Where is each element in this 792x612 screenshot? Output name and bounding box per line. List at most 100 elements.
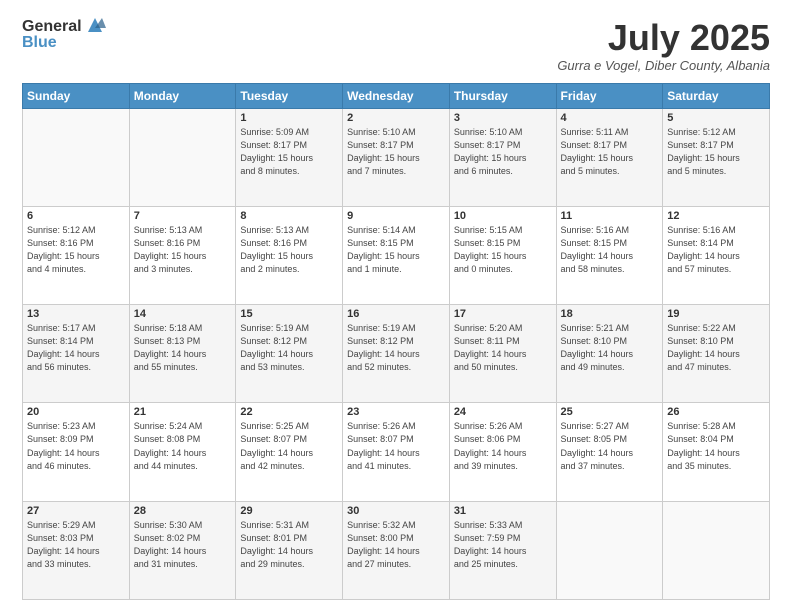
day-number: 31 — [454, 505, 552, 517]
day-number: 7 — [134, 210, 232, 222]
day-info: Sunrise: 5:18 AM Sunset: 8:13 PM Dayligh… — [134, 322, 232, 374]
calendar-cell: 9Sunrise: 5:14 AM Sunset: 8:15 PM Daylig… — [343, 206, 450, 304]
day-number: 24 — [454, 406, 552, 418]
calendar-cell: 5 Sunrise: 5:12 AM Sunset: 8:17 PM Daylig… — [663, 108, 770, 206]
calendar-cell: 13Sunrise: 5:17 AM Sunset: 8:14 PM Dayli… — [23, 305, 130, 403]
day-number: 14 — [134, 308, 232, 320]
calendar-cell: 4 Sunrise: 5:11 AM Sunset: 8:17 PM Daylig… — [556, 108, 663, 206]
calendar-cell — [556, 501, 663, 599]
day-info: Sunrise: 5:16 AM Sunset: 8:15 PM Dayligh… — [561, 224, 659, 276]
calendar-header-sunday: Sunday — [23, 83, 130, 108]
calendar-cell: 22 Sunrise: 5:25 AM Sunset: 8:07 PM Dayli… — [236, 403, 343, 501]
day-info: Sunrise: 5:27 AM Sunset: 8:05 PM Dayligh… — [561, 420, 659, 472]
day-info: Sunrise: 5:09 AM Sunset: 8:17 PM Dayligh… — [240, 126, 338, 178]
day-number: 20 — [27, 406, 125, 418]
day-info: Sunrise: 5:12 AM Sunset: 8:17 PM Dayligh… — [667, 126, 765, 178]
day-info: Sunrise: 5:23 AM Sunset: 8:09 PM Dayligh… — [27, 420, 125, 472]
calendar-cell: 21 Sunrise: 5:24 AM Sunset: 8:08 PM Dayli… — [129, 403, 236, 501]
calendar-header-wednesday: Wednesday — [343, 83, 450, 108]
day-info: Sunrise: 5:15 AM Sunset: 8:15 PM Dayligh… — [454, 224, 552, 276]
logo-icon — [84, 14, 106, 36]
day-number: 9 — [347, 210, 445, 222]
day-number: 22 — [240, 406, 338, 418]
day-info: Sunrise: 5:16 AM Sunset: 8:14 PM Dayligh… — [667, 224, 765, 276]
day-info: Sunrise: 5:20 AM Sunset: 8:11 PM Dayligh… — [454, 322, 552, 374]
calendar-week-2: 6Sunrise: 5:12 AM Sunset: 8:16 PM Daylig… — [23, 206, 770, 304]
month-title: July 2025 — [557, 18, 770, 58]
day-info: Sunrise: 5:12 AM Sunset: 8:16 PM Dayligh… — [27, 224, 125, 276]
calendar-cell — [23, 108, 130, 206]
calendar-cell: 28 Sunrise: 5:30 AM Sunset: 8:02 PM Dayli… — [129, 501, 236, 599]
day-info: Sunrise: 5:31 AM Sunset: 8:01 PM Dayligh… — [240, 519, 338, 571]
day-number: 28 — [134, 505, 232, 517]
day-info: Sunrise: 5:30 AM Sunset: 8:02 PM Dayligh… — [134, 519, 232, 571]
day-number: 23 — [347, 406, 445, 418]
calendar-cell: 15 Sunrise: 5:19 AM Sunset: 8:12 PM Dayli… — [236, 305, 343, 403]
calendar-cell: 26 Sunrise: 5:28 AM Sunset: 8:04 PM Dayli… — [663, 403, 770, 501]
day-info: Sunrise: 5:21 AM Sunset: 8:10 PM Dayligh… — [561, 322, 659, 374]
day-info: Sunrise: 5:33 AM Sunset: 7:59 PM Dayligh… — [454, 519, 552, 571]
day-info: Sunrise: 5:24 AM Sunset: 8:08 PM Dayligh… — [134, 420, 232, 472]
calendar-cell: 3 Sunrise: 5:10 AM Sunset: 8:17 PM Daylig… — [449, 108, 556, 206]
calendar-week-1: 1 Sunrise: 5:09 AM Sunset: 8:17 PM Daylig… — [23, 108, 770, 206]
day-info: Sunrise: 5:10 AM Sunset: 8:17 PM Dayligh… — [454, 126, 552, 178]
calendar-week-3: 13Sunrise: 5:17 AM Sunset: 8:14 PM Dayli… — [23, 305, 770, 403]
day-number: 3 — [454, 112, 552, 124]
calendar-cell: 25 Sunrise: 5:27 AM Sunset: 8:05 PM Dayli… — [556, 403, 663, 501]
day-info: Sunrise: 5:25 AM Sunset: 8:07 PM Dayligh… — [240, 420, 338, 472]
calendar-header-monday: Monday — [129, 83, 236, 108]
day-number: 12 — [667, 210, 765, 222]
day-number: 1 — [240, 112, 338, 124]
calendar-cell: 12 Sunrise: 5:16 AM Sunset: 8:14 PM Dayli… — [663, 206, 770, 304]
calendar-header-tuesday: Tuesday — [236, 83, 343, 108]
day-number: 25 — [561, 406, 659, 418]
calendar-cell: 29 Sunrise: 5:31 AM Sunset: 8:01 PM Dayli… — [236, 501, 343, 599]
calendar-cell: 30Sunrise: 5:32 AM Sunset: 8:00 PM Dayli… — [343, 501, 450, 599]
day-number: 16 — [347, 308, 445, 320]
calendar-week-5: 27Sunrise: 5:29 AM Sunset: 8:03 PM Dayli… — [23, 501, 770, 599]
calendar-cell: 24 Sunrise: 5:26 AM Sunset: 8:06 PM Dayli… — [449, 403, 556, 501]
day-number: 8 — [240, 210, 338, 222]
day-info: Sunrise: 5:11 AM Sunset: 8:17 PM Dayligh… — [561, 126, 659, 178]
calendar-cell: 19 Sunrise: 5:22 AM Sunset: 8:10 PM Dayli… — [663, 305, 770, 403]
calendar-cell: 27Sunrise: 5:29 AM Sunset: 8:03 PM Dayli… — [23, 501, 130, 599]
day-number: 4 — [561, 112, 659, 124]
day-number: 15 — [240, 308, 338, 320]
day-info: Sunrise: 5:22 AM Sunset: 8:10 PM Dayligh… — [667, 322, 765, 374]
day-info: Sunrise: 5:13 AM Sunset: 8:16 PM Dayligh… — [240, 224, 338, 276]
day-number: 26 — [667, 406, 765, 418]
calendar-cell: 17Sunrise: 5:20 AM Sunset: 8:11 PM Dayli… — [449, 305, 556, 403]
day-number: 21 — [134, 406, 232, 418]
calendar-week-4: 20 Sunrise: 5:23 AM Sunset: 8:09 PM Dayli… — [23, 403, 770, 501]
day-number: 30 — [347, 505, 445, 517]
calendar-cell — [663, 501, 770, 599]
day-info: Sunrise: 5:29 AM Sunset: 8:03 PM Dayligh… — [27, 519, 125, 571]
day-info: Sunrise: 5:17 AM Sunset: 8:14 PM Dayligh… — [27, 322, 125, 374]
day-number: 5 — [667, 112, 765, 124]
day-info: Sunrise: 5:13 AM Sunset: 8:16 PM Dayligh… — [134, 224, 232, 276]
day-info: Sunrise: 5:26 AM Sunset: 8:07 PM Dayligh… — [347, 420, 445, 472]
calendar-cell: 18Sunrise: 5:21 AM Sunset: 8:10 PM Dayli… — [556, 305, 663, 403]
calendar-header-saturday: Saturday — [663, 83, 770, 108]
day-info: Sunrise: 5:10 AM Sunset: 8:17 PM Dayligh… — [347, 126, 445, 178]
calendar-header-friday: Friday — [556, 83, 663, 108]
calendar-cell: 16 Sunrise: 5:19 AM Sunset: 8:12 PM Dayli… — [343, 305, 450, 403]
calendar-header-thursday: Thursday — [449, 83, 556, 108]
calendar-cell — [129, 108, 236, 206]
calendar-cell: 2Sunrise: 5:10 AM Sunset: 8:17 PM Daylig… — [343, 108, 450, 206]
calendar-cell: 8 Sunrise: 5:13 AM Sunset: 8:16 PM Daylig… — [236, 206, 343, 304]
calendar-cell: 23 Sunrise: 5:26 AM Sunset: 8:07 PM Dayli… — [343, 403, 450, 501]
day-info: Sunrise: 5:28 AM Sunset: 8:04 PM Dayligh… — [667, 420, 765, 472]
day-info: Sunrise: 5:19 AM Sunset: 8:12 PM Dayligh… — [347, 322, 445, 374]
day-info: Sunrise: 5:26 AM Sunset: 8:06 PM Dayligh… — [454, 420, 552, 472]
day-number: 10 — [454, 210, 552, 222]
calendar-cell: 14 Sunrise: 5:18 AM Sunset: 8:13 PM Dayli… — [129, 305, 236, 403]
calendar-cell: 6Sunrise: 5:12 AM Sunset: 8:16 PM Daylig… — [23, 206, 130, 304]
day-number: 11 — [561, 210, 659, 222]
calendar-header-row: SundayMondayTuesdayWednesdayThursdayFrid… — [23, 83, 770, 108]
day-number: 19 — [667, 308, 765, 320]
day-info: Sunrise: 5:19 AM Sunset: 8:12 PM Dayligh… — [240, 322, 338, 374]
calendar-cell: 31 Sunrise: 5:33 AM Sunset: 7:59 PM Dayli… — [449, 501, 556, 599]
logo-blue: Blue — [22, 34, 57, 52]
day-number: 29 — [240, 505, 338, 517]
